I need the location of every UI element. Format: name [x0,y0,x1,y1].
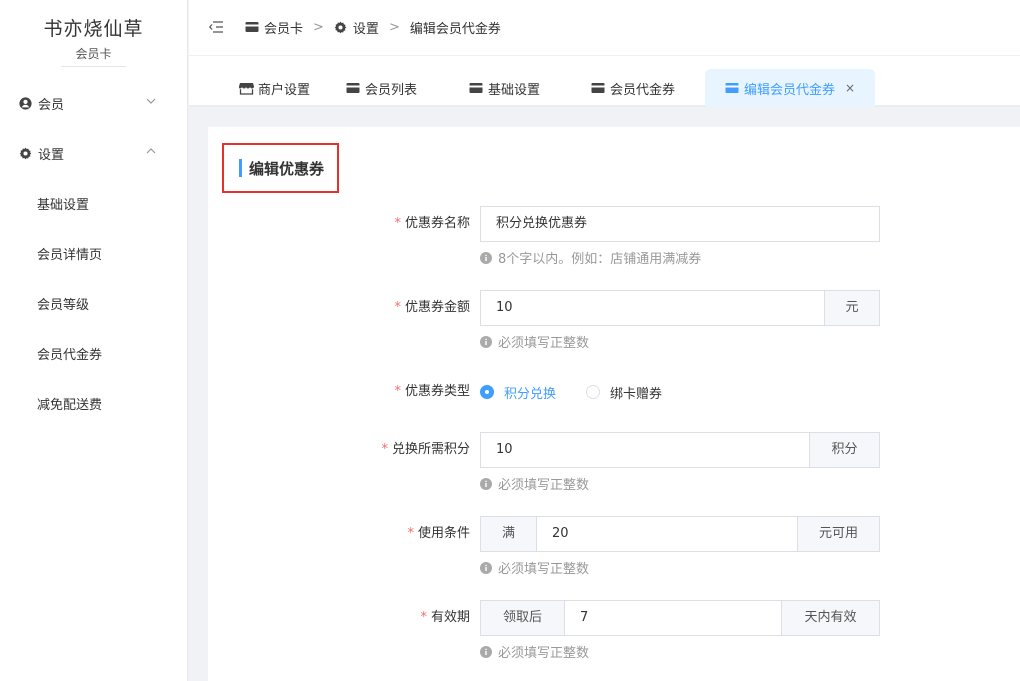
validity-prefix: 领取后 [480,600,564,636]
field-label: * 优惠券名称 [394,216,470,231]
tab-bar: 商户设置 会员列表 基础设置 会员代金券 编辑会员代金券 × [189,56,1020,107]
amount-suffix: 元 [825,290,880,326]
sidebar-item-member-voucher[interactable]: 会员代金券 [0,328,187,378]
breadcrumb-item-member-card[interactable]: 会员卡 [264,18,303,37]
brand-subtitle: 会员卡 [61,45,126,67]
sidebar-group-settings[interactable]: 设置 [0,128,187,178]
sidebar-group-member[interactable]: 会员 [0,78,187,128]
tab-basic-settings[interactable]: 基础设置 [455,69,554,107]
top-bar: 会员卡 > 设置 > 编辑会员代金券 [189,0,1020,56]
condition-threshold-input[interactable]: 20 [536,516,798,552]
tab-label: 基础设置 [488,82,541,98]
field-label: * 优惠券类型 [394,384,470,399]
field-label: * 兑换所需积分 [381,442,470,457]
validity-suffix: 天内有效 [782,600,880,636]
tab-member-voucher[interactable]: 会员代金券 [577,69,689,107]
breadcrumb-separator: > [313,20,324,35]
chevron-up-icon [145,145,157,157]
card-icon [346,82,361,95]
radio-dot [586,385,601,399]
card-icon [469,82,484,95]
coupon-amount-input[interactable]: 10 [480,290,825,326]
tab-label: 会员列表 [365,82,418,98]
user-icon [18,96,32,110]
field-label: * 优惠券金额 [394,300,470,315]
breadcrumb-separator: > [388,20,400,35]
radio-points-exchange[interactable]: 积分兑换 [480,374,556,410]
field-hint: 必须填写正整数 [480,474,589,493]
info-icon [480,251,492,264]
sidebar-item-member-level[interactable]: 会员等级 [0,278,187,328]
points-suffix: 积分 [810,432,880,468]
radio-dot [480,385,494,399]
info-icon [480,561,492,574]
brand: 书亦烧仙草 会员卡 [0,0,187,72]
sidebar-item-delivery-discount[interactable]: 减免配送费 [0,378,187,428]
card-icon [725,82,740,95]
sidebar-item-basic-settings[interactable]: 基础设置 [0,178,187,228]
breadcrumb-item-settings[interactable]: 设置 [353,18,379,37]
breadcrumb: 会员卡 > 设置 > 编辑会员代金券 [245,18,501,37]
field-hint: 必须填写正整数 [480,642,589,661]
sidebar-group-label: 设置 [38,147,65,163]
card-icon [591,82,606,95]
tab-label: 编辑会员代金券 [744,82,836,98]
field-label: * 使用条件 [407,526,470,541]
section-title: 编辑优惠券 [249,159,325,178]
field-hint: 必须填写正整数 [480,332,589,351]
tab-label: 会员代金券 [610,82,676,98]
condition-suffix: 元可用 [798,516,880,552]
section-header: 编辑优惠券 [222,143,339,193]
chevron-down-icon [145,95,157,107]
brand-title: 书亦烧仙草 [43,18,144,40]
condition-prefix: 满 [480,516,536,552]
store-icon [239,82,254,95]
card-icon [245,21,259,35]
breadcrumb-item-current: 编辑会员代金券 [409,22,501,37]
tab-merchant-settings[interactable]: 商户设置 [225,69,324,107]
menu-fold-icon[interactable] [209,20,225,35]
section-accent-bar [239,159,242,177]
main-content: 编辑优惠券 * 优惠券名称 积分兑换优惠券 8个字以内。例如：店铺通用满减券 * 优… [208,127,1020,681]
field-hint: 必须填写正整数 [480,558,589,577]
validity-days-input[interactable]: 7 [564,600,782,636]
info-icon [480,335,492,348]
close-icon[interactable]: × [845,81,855,95]
sidebar-item-member-detail[interactable]: 会员详情页 [0,228,187,278]
field-label: * 有效期 [420,610,470,625]
info-icon [480,477,492,490]
gear-icon [18,146,32,160]
tab-member-list[interactable]: 会员列表 [332,69,431,107]
field-hint: 8个字以内。例如：店铺通用满减券 [480,248,701,267]
coupon-type-radio-group: 积分兑换 绑卡赠券 [480,374,692,410]
radio-bind-card-gift[interactable]: 绑卡赠券 [586,374,662,410]
sidebar: 书亦烧仙草 会员卡 会员 设置 基础设置 会员详情页 会员等级 会员代金券 减免… [0,0,188,681]
sidebar-group-label: 会员 [38,97,65,113]
gear-icon [334,21,348,35]
points-required-input[interactable]: 10 [480,432,810,468]
tab-label: 商户设置 [258,82,311,98]
coupon-name-input[interactable]: 积分兑换优惠券 [480,206,880,242]
info-icon [480,645,492,658]
tab-edit-member-voucher[interactable]: 编辑会员代金券 × [705,69,876,107]
